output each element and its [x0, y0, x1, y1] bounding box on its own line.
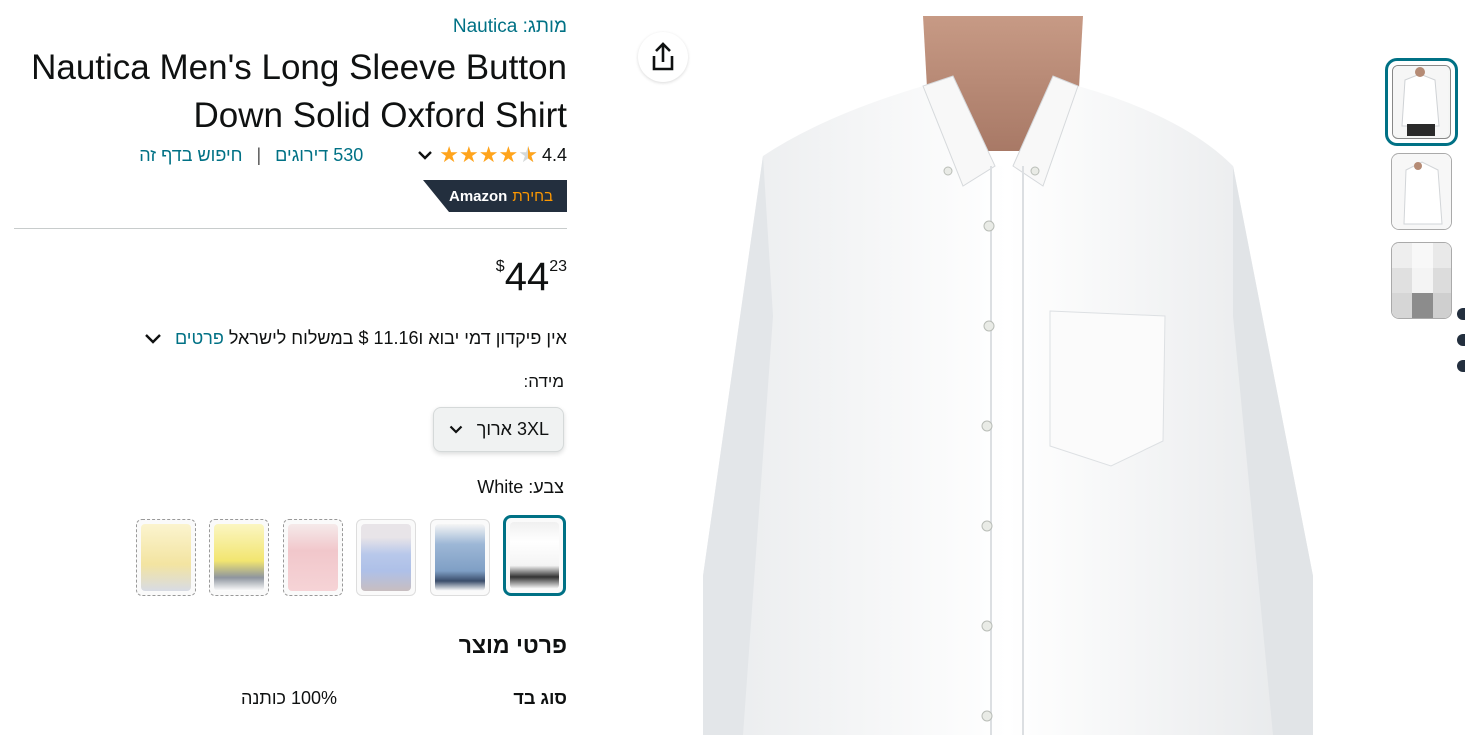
- thumbnail-front-image: [1393, 66, 1448, 136]
- star-icon: ★: [478, 142, 499, 167]
- shipping-text: אין פיקדון דמי יבוא ו11.16 $ במשלוח לישר…: [228, 328, 567, 348]
- size-dropdown[interactable]: 3XL ארוך: [433, 407, 564, 452]
- search-page-link[interactable]: חיפוש בדף זה: [139, 145, 242, 166]
- chevron-down-icon[interactable]: [144, 331, 162, 348]
- swatch-yellow[interactable]: [209, 519, 269, 596]
- swatch-pink[interactable]: [283, 519, 343, 596]
- ratings-count-link[interactable]: 530 דירוגים: [275, 145, 363, 166]
- detail-row: סוג בד 100% כותנה: [14, 688, 567, 714]
- detail-value: 100% כותנה: [240, 688, 337, 708]
- star-icon: ★: [498, 142, 519, 167]
- swatch-light-blue[interactable]: [356, 519, 416, 596]
- thumbnail-side-image: [1392, 154, 1451, 229]
- carousel-dot[interactable]: [1457, 308, 1465, 320]
- star-icon: ★: [439, 142, 460, 167]
- amazon-choice-badge[interactable]: בחירת Amazon: [422, 180, 567, 212]
- brand-link[interactable]: Nautica: [453, 16, 517, 37]
- swatch-white[interactable]: [503, 515, 566, 596]
- divider: [14, 228, 567, 229]
- shirt-image: [623, 16, 1383, 735]
- price-fraction: 23: [549, 258, 567, 275]
- star-half-icon: ★: [518, 144, 538, 167]
- brand-prefix: מותג:: [522, 16, 567, 37]
- color-label: צבע: White: [14, 477, 564, 498]
- product-title: Nautica Men's Long Sleeve Button Down So…: [31, 48, 567, 135]
- star-icon: ★: [459, 142, 479, 167]
- share-icon: [652, 42, 674, 71]
- color-selected-value: White: [477, 477, 524, 497]
- price-whole: 44: [504, 255, 550, 299]
- separator: |: [256, 144, 262, 165]
- size-label: מידה:: [523, 372, 564, 391]
- chevron-down-icon[interactable]: [417, 147, 433, 163]
- detail-key: סוג בד: [513, 688, 567, 708]
- price: $4423: [14, 252, 567, 302]
- share-button[interactable]: [638, 32, 688, 82]
- color-label-text: צבע:: [528, 477, 564, 497]
- brand-line: מותג: Nautica: [14, 14, 567, 40]
- carousel-dot[interactable]: [1457, 334, 1465, 346]
- rating-value: 4.4: [541, 144, 567, 165]
- shipping-details-link[interactable]: פרטים: [175, 328, 224, 348]
- product-info: מותג: Nautica Nautica Men's Long Sleeve …: [14, 14, 567, 212]
- size-selected-value: 3XL ארוך: [476, 419, 549, 439]
- thumbnail-pixelated[interactable]: [1391, 242, 1452, 319]
- shipping-info: אין פיקדון דמי יבוא ו11.16 $ במשלוח לישר…: [14, 326, 567, 352]
- price-currency: $: [495, 258, 505, 275]
- main-product-image[interactable]: [623, 16, 1383, 735]
- thumbnail-side[interactable]: [1391, 153, 1452, 230]
- thumbnail-pixelated-image: [1392, 243, 1451, 318]
- color-swatches: [136, 515, 568, 597]
- badge-word: בחירת: [512, 187, 553, 205]
- rating-row: 4.4 ★ ★ ★ ★ ★ 530 דירוגים | חיפוש בדף זה: [14, 140, 567, 170]
- thumbnail-front[interactable]: [1385, 58, 1458, 146]
- swatch-light-yellow[interactable]: [136, 519, 196, 596]
- product-details-title: פרטי מוצר: [458, 632, 567, 658]
- chevron-down-icon: [449, 422, 463, 437]
- swatch-blue[interactable]: [430, 519, 490, 596]
- badge-brand: Amazon: [448, 187, 508, 205]
- carousel-dot[interactable]: [1457, 360, 1465, 372]
- star-rating[interactable]: ★ ★ ★ ★ ★: [439, 142, 538, 167]
